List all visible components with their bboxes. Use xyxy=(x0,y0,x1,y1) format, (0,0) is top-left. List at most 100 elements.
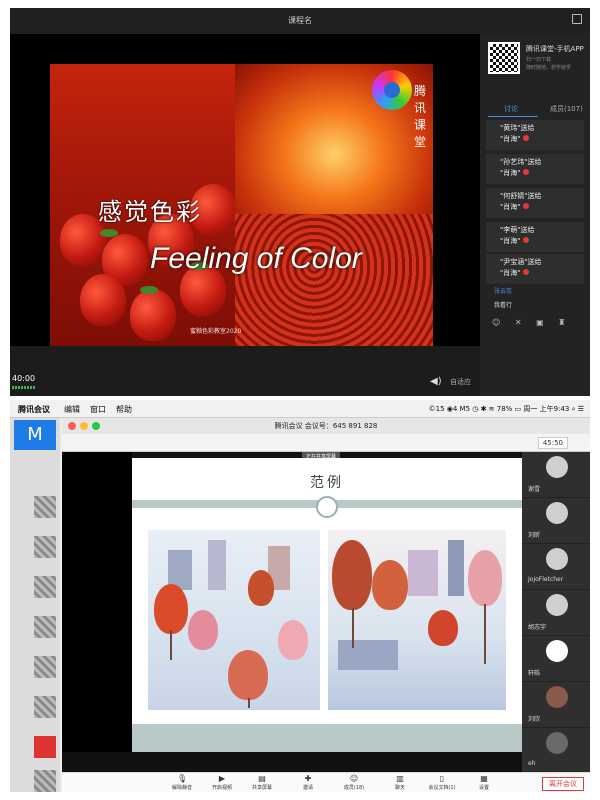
brand-label: 腾讯课堂 xyxy=(414,84,427,149)
share-icon[interactable] xyxy=(572,14,582,24)
chat-message: 我看行 xyxy=(494,302,513,309)
qr-title: 腾讯课堂-手机APP xyxy=(526,45,584,53)
qr-subtitle-2: 随时随地，想学就学 xyxy=(526,65,572,71)
app-thumbnail[interactable] xyxy=(34,616,56,638)
gift-icon xyxy=(523,203,530,209)
app-thumbnail[interactable] xyxy=(34,696,56,718)
meeting-window: 腾讯会议 会议号：645 891 828 45:50 正在共享屏幕 范例 谢雪 … xyxy=(62,418,590,792)
qr-subtitle: 扫一扫下载 xyxy=(526,57,552,63)
flowers-image xyxy=(235,214,433,346)
qr-code xyxy=(488,42,520,74)
close-icon[interactable] xyxy=(68,422,76,430)
side-panel: 腾讯课堂-手机APP 扫一扫下载 随时随地，想学就学 讨论 成员(107) "黄… xyxy=(480,34,590,396)
gift-message: "黄玮"送给 "肖海" xyxy=(486,120,584,150)
elapsed-time: 40:00 xyxy=(12,374,36,383)
settings-button[interactable]: ▦ 设置 xyxy=(464,774,504,792)
fit-button[interactable]: 自适应 xyxy=(450,377,471,387)
page-ornament xyxy=(316,496,338,518)
menu-edit[interactable]: 编辑 xyxy=(64,404,80,415)
slide-title-cn: 感觉色彩 xyxy=(98,198,202,226)
members-button[interactable]: ☺ 成员(18) xyxy=(334,774,374,792)
menu-window[interactable]: 窗口 xyxy=(90,404,106,415)
gift-icon xyxy=(523,269,530,275)
tab-discussion[interactable]: 讨论 xyxy=(504,104,518,114)
page-title: 范例 xyxy=(310,475,344,491)
avatar xyxy=(546,732,568,754)
player-controls: 40:00 ◀) 自适应 xyxy=(10,346,480,396)
video-area: 腾讯课堂 感觉色彩 Feeling of Color 蜜釉色彩教室2020 xyxy=(10,34,480,346)
meeting-info-bar: 45:50 xyxy=(62,434,590,452)
mic-icon: 🎙 xyxy=(177,774,188,783)
course-title: 课程名 xyxy=(10,8,590,34)
mac-menubar: 腾讯会议 编辑 窗口 帮助 ©15 ◉4 M5 ◷ ✱ ≋ 78% ▭ 周一 上… xyxy=(10,400,590,418)
share-screen-icon: ▤ xyxy=(258,774,266,783)
avatar xyxy=(546,548,568,570)
shared-page: 范例 xyxy=(132,458,522,752)
gift-icon xyxy=(523,237,530,243)
leave-meeting-button[interactable]: 离开会议 xyxy=(542,777,584,791)
shared-screen: 正在共享屏幕 范例 xyxy=(62,452,522,772)
logo-icon xyxy=(372,70,412,110)
illustration-left xyxy=(148,530,320,710)
signal-indicator xyxy=(12,386,36,389)
invite-button[interactable]: ✚ 邀请 xyxy=(288,774,328,792)
app-thumbnail[interactable] xyxy=(34,576,56,598)
avatar xyxy=(546,502,568,524)
gift-message: "尹宝涵"送给 "肖海" xyxy=(486,254,584,284)
avatar xyxy=(546,594,568,616)
avatar xyxy=(546,456,568,478)
gift-message: "李萌"送给 "肖海" xyxy=(486,222,584,252)
video-button[interactable]: ▶ 开启视频 xyxy=(202,774,242,792)
page-footer-band xyxy=(132,724,522,752)
participant-tile[interactable]: 刘昕 xyxy=(522,498,590,544)
mute-button[interactable]: 🎙 解除静音 xyxy=(162,774,202,792)
menu-help[interactable]: 帮助 xyxy=(116,404,132,415)
avatar xyxy=(546,640,568,662)
gift-icon xyxy=(523,169,530,175)
participant-tile[interactable]: 刘欣 xyxy=(522,682,590,728)
app-thumbnail[interactable] xyxy=(34,656,56,678)
chat-icon: ▥ xyxy=(396,774,404,783)
docs-button[interactable]: ▯ 会议文档(1) xyxy=(422,774,462,792)
chat-sender: 张云蕊 xyxy=(494,288,513,295)
app-thumbnail[interactable] xyxy=(34,736,56,758)
invite-icon: ✚ xyxy=(304,774,312,783)
app-thumbnail[interactable] xyxy=(34,536,56,558)
participant-tile[interactable]: 轩皓 xyxy=(522,636,590,682)
camera-icon: ▶ xyxy=(218,774,226,783)
app-thumbnail[interactable] xyxy=(34,770,56,792)
status-bar: ©15 ◉4 M5 ◷ ✱ ≋ 78% ▭ 周一 上午9:43 ⌕ ☰ xyxy=(428,405,584,413)
share-margin xyxy=(62,452,132,752)
members-icon: ☺ xyxy=(349,774,359,783)
chat-tools[interactable]: ☺ ✕ ▣ ♜ xyxy=(492,318,571,327)
avatar xyxy=(546,686,568,708)
volume-icon[interactable]: ◀) xyxy=(430,376,442,387)
chat-button[interactable]: ▥ 聊天 xyxy=(380,774,420,792)
participant-tile[interactable]: JojoFletcher xyxy=(522,544,590,590)
meeting-timer: 45:50 xyxy=(537,437,568,449)
meeting-title: 腾讯会议 会议号：645 891 828 xyxy=(62,418,590,434)
docs-icon: ▯ xyxy=(439,774,445,783)
participant-tile[interactable]: 谢雪 xyxy=(522,452,590,498)
participant-tile[interactable]: eh xyxy=(522,728,590,774)
participant-list: 谢雪 刘昕 JojoFletcher 胡志宇 轩皓 刘欣 eh xyxy=(522,452,590,774)
minimize-icon[interactable] xyxy=(80,422,88,430)
gift-message: "何舒婧"送给 "肖海" xyxy=(486,188,584,218)
settings-icon: ▦ xyxy=(480,774,488,783)
share-screen-button[interactable]: ▤ 共享屏幕 xyxy=(242,774,282,792)
slide-title-en: Feeling of Color xyxy=(150,242,362,275)
illustration-right xyxy=(328,530,506,710)
menu-app[interactable]: 腾讯会议 xyxy=(18,404,50,415)
app-thumbnail[interactable] xyxy=(34,496,56,518)
meeting-screen: 腾讯会议 编辑 窗口 帮助 ©15 ◉4 M5 ◷ ✱ ≋ 78% ▭ 周一 上… xyxy=(10,400,590,792)
gift-icon xyxy=(523,135,530,141)
meeting-toolbar: 🎙 解除静音 ▶ 开启视频 ▤ 共享屏幕 ✚ 邀请 ☺ 成员(18) ▥ 聊天 ▯ 会议文档(… xyxy=(62,772,590,792)
tencent-meeting-logo[interactable]: M xyxy=(14,420,56,450)
tab-members[interactable]: 成员(107) xyxy=(550,104,583,114)
slide: 腾讯课堂 感觉色彩 Feeling of Color 蜜釉色彩教室2020 xyxy=(50,64,433,346)
classroom-window: 课程名 腾讯课堂 感觉色彩 Feeling of Color 蜜釉色彩教室202… xyxy=(10,8,590,396)
left-dock: M xyxy=(10,418,60,792)
participant-tile[interactable]: 胡志宇 xyxy=(522,590,590,636)
maximize-icon[interactable] xyxy=(92,422,100,430)
gift-message: "孙艺玮"送给 "肖海" xyxy=(486,154,584,184)
